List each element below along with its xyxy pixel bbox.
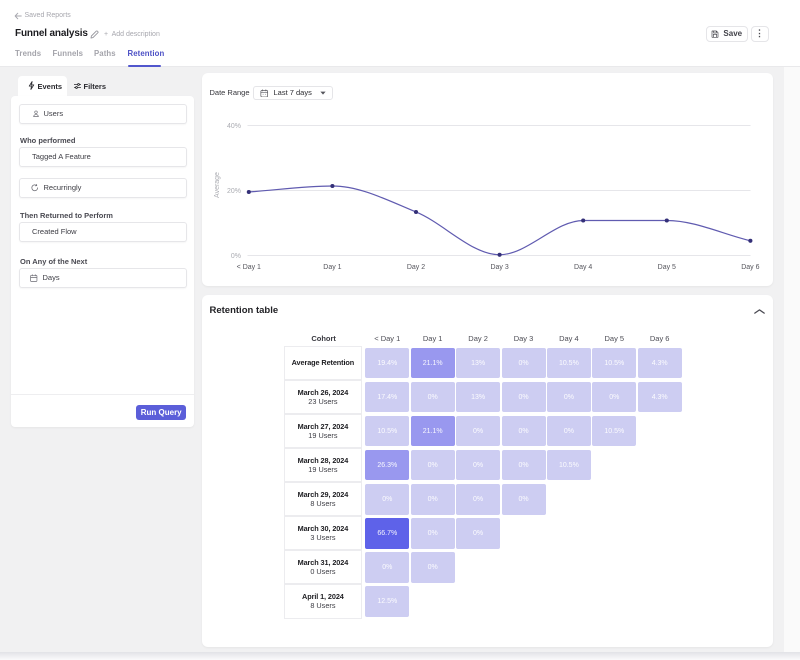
svg-text:40%: 40%	[227, 123, 241, 130]
svg-text:0%: 0%	[231, 253, 241, 260]
svg-text:20%: 20%	[227, 188, 241, 195]
svg-text:Day 3: Day 3	[490, 264, 508, 271]
svg-text:Average: Average	[214, 172, 221, 198]
svg-text:Day 4: Day 4	[574, 264, 592, 271]
svg-text:Day 2: Day 2	[407, 264, 425, 271]
svg-text:Day 6: Day 6	[741, 264, 759, 271]
svg-text:< Day 1: < Day 1	[237, 264, 261, 271]
svg-text:Day 1: Day 1	[323, 264, 341, 271]
svg-text:Day 5: Day 5	[658, 264, 676, 271]
